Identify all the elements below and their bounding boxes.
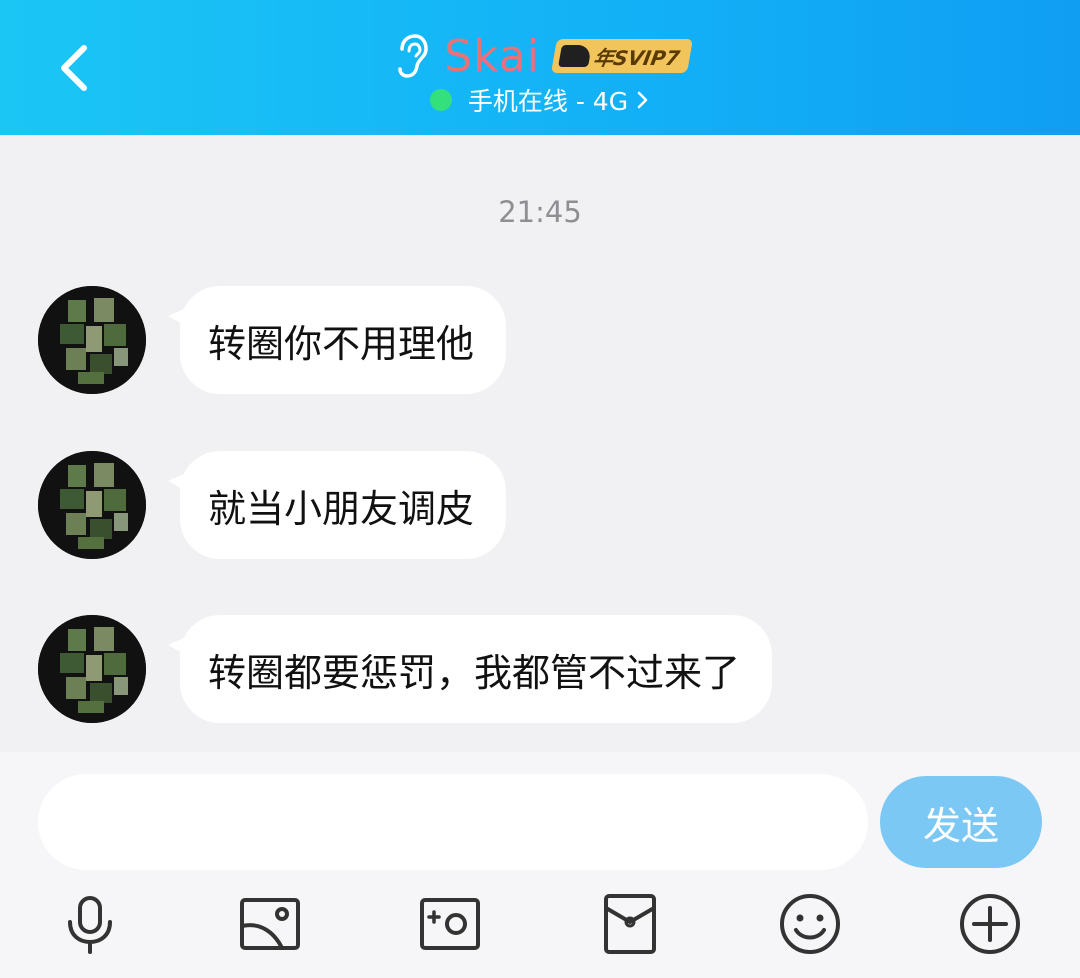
chat-header: Skai 年SVIP7 手机在线 - 4G — [0, 0, 1080, 135]
message-bubble[interactable]: 转圈你不用理他 — [168, 286, 507, 394]
red-packet-icon — [604, 894, 656, 954]
avatar[interactable] — [38, 286, 146, 394]
emoji-button[interactable] — [778, 892, 842, 956]
composer: 发送 — [0, 752, 1080, 978]
send-button[interactable]: 发送 — [880, 776, 1042, 868]
online-status[interactable]: 手机在线 - 4G — [0, 80, 1080, 120]
avatar[interactable] — [38, 451, 146, 559]
bubble-tail — [168, 637, 186, 655]
ear-icon[interactable] — [390, 33, 430, 79]
contact-name[interactable]: Skai — [444, 31, 540, 82]
message-input[interactable] — [38, 774, 868, 870]
vip-crown-icon — [558, 45, 592, 67]
title-row: Skai 年SVIP7 — [0, 24, 1080, 88]
vip-badge[interactable]: 年SVIP7 — [550, 39, 693, 73]
message-text: 就当小朋友调皮 — [180, 451, 507, 559]
message-bubble[interactable]: 转圈都要惩罚，我都管不过来了 — [168, 615, 773, 723]
message-text: 转圈都要惩罚，我都管不过来了 — [180, 615, 773, 723]
message-row: 转圈都要惩罚，我都管不过来了 — [38, 614, 773, 724]
camera-button[interactable] — [418, 892, 482, 956]
status-text: 手机在线 - 4G — [467, 87, 629, 116]
message-bubble[interactable]: 就当小朋友调皮 — [168, 451, 507, 559]
bubble-tail — [168, 308, 186, 326]
microphone-button[interactable] — [58, 892, 122, 956]
red-packet-button[interactable] — [598, 892, 662, 956]
emoji-icon — [780, 894, 840, 954]
message-row: 就当小朋友调皮 — [38, 450, 507, 560]
image-button[interactable] — [238, 892, 302, 956]
message-text: 转圈你不用理他 — [180, 286, 507, 394]
vip-badge-label: 年SVIP7 — [591, 45, 682, 70]
message-timestamp: 21:45 — [498, 195, 582, 229]
plus-icon — [960, 894, 1020, 954]
microphone-icon — [68, 896, 112, 954]
image-icon — [240, 898, 300, 950]
more-button[interactable] — [958, 892, 1022, 956]
bubble-tail — [168, 473, 186, 491]
online-dot-icon — [429, 89, 452, 111]
camera-icon — [420, 898, 480, 950]
chevron-right-icon — [637, 91, 648, 109]
composer-toolbar — [0, 886, 1080, 962]
message-row: 转圈你不用理他 — [38, 285, 507, 395]
avatar[interactable] — [38, 615, 146, 723]
